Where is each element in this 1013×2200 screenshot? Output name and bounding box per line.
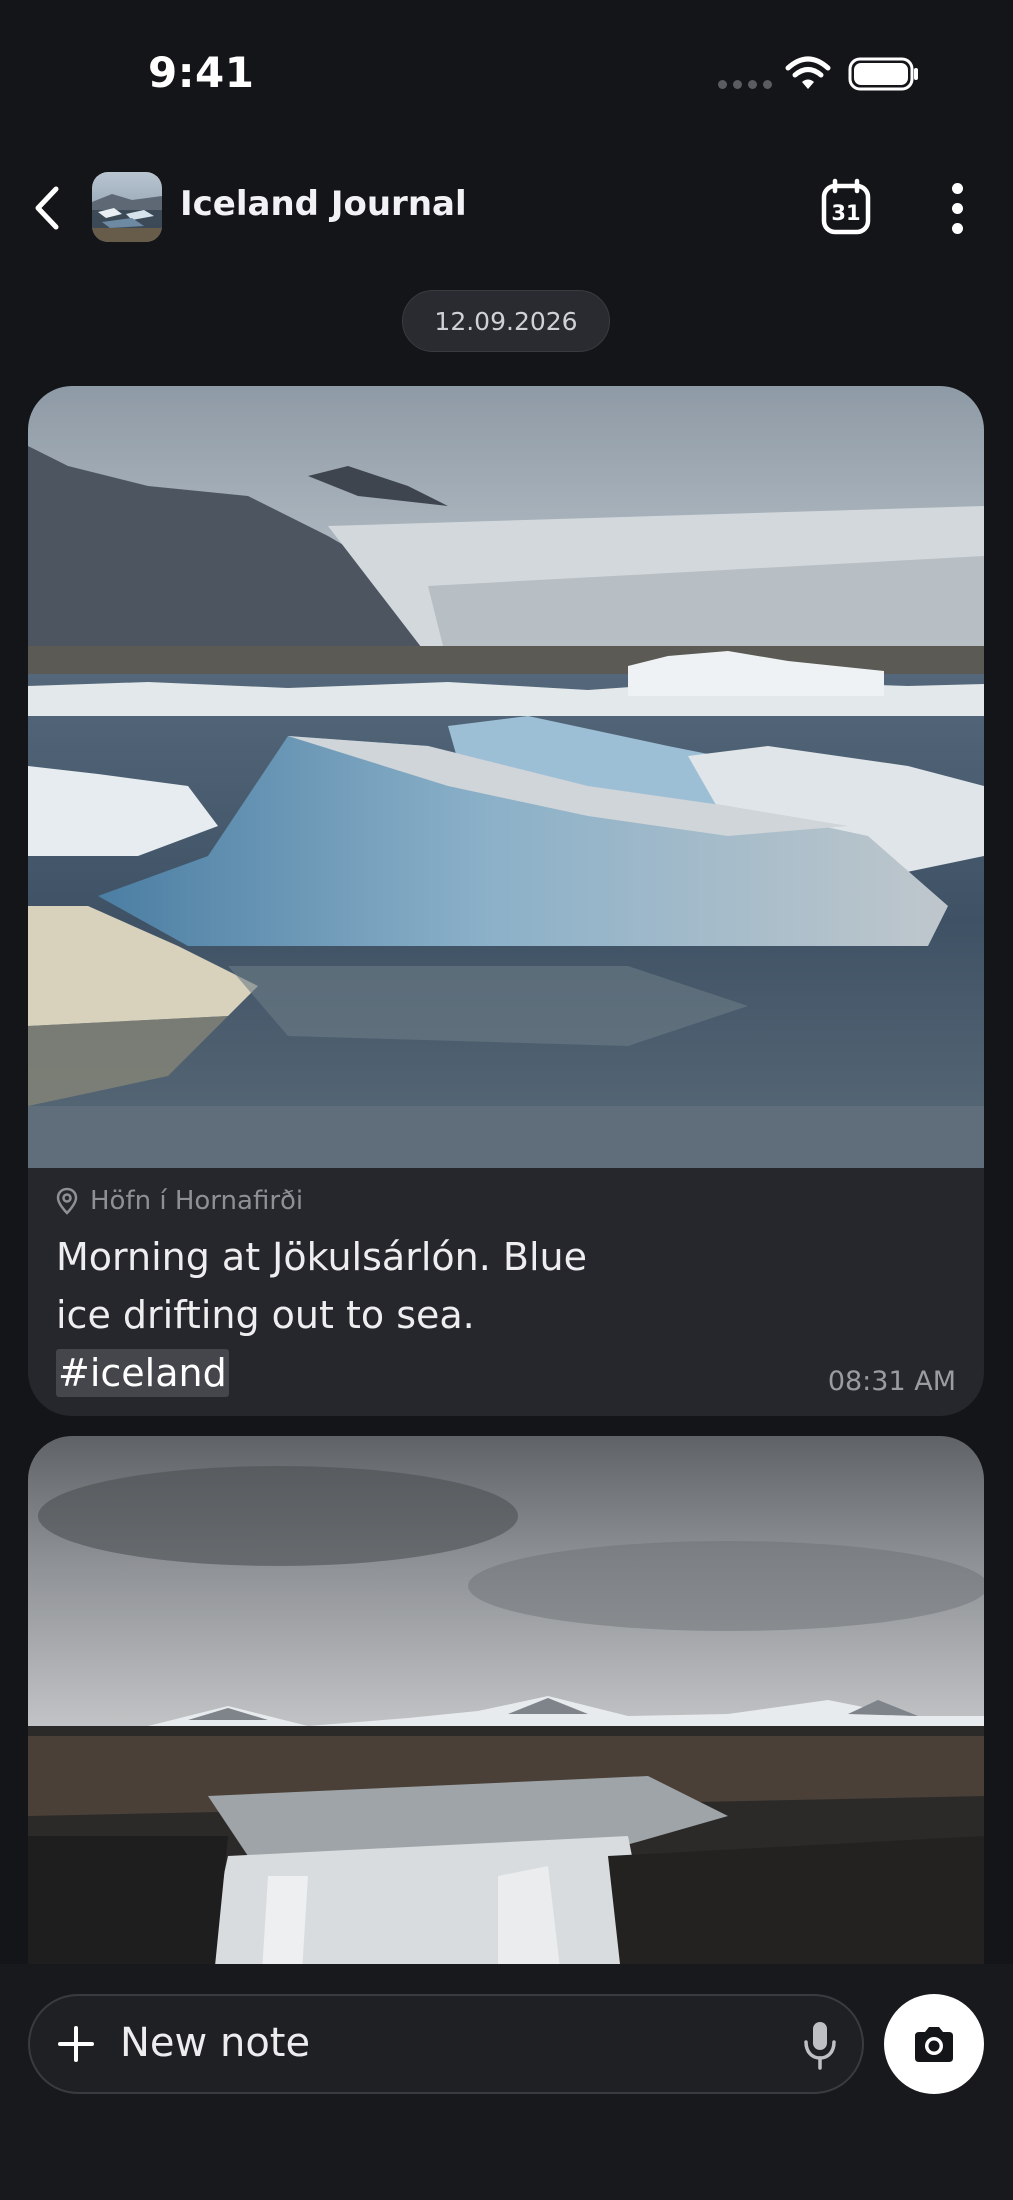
entry-photo-glacier-lagoon[interactable] (28, 386, 984, 1168)
journal-entry-card[interactable]: Höfn í Hornafirði Morning at Jökulsárlón… (28, 386, 984, 1416)
location-label: Höfn í Hornafirði (90, 1186, 304, 1216)
new-note-placeholder[interactable]: New note (120, 2020, 310, 2066)
battery-icon (848, 57, 918, 91)
date-separator-chip: 12.09.2026 (402, 290, 610, 352)
entry-location[interactable]: Höfn í Hornafirði (56, 1186, 303, 1216)
plus-icon (58, 2026, 94, 2062)
camera-button[interactable] (884, 1994, 984, 2094)
chat-title[interactable]: Iceland Journal (180, 184, 467, 224)
camera-icon (915, 2027, 953, 2062)
entry-timestamp: 08:31 AM (827, 1366, 956, 1397)
avatar[interactable] (92, 172, 162, 242)
entry-caption: Morning at Jökulsárlón. Blue ice driftin… (56, 1228, 596, 1402)
add-attachment-button[interactable] (52, 2020, 100, 2068)
microphone-icon (804, 2022, 836, 2070)
more-options-button[interactable] (942, 180, 972, 236)
voice-note-button[interactable] (800, 2018, 840, 2072)
journal-entry-card-2[interactable] (28, 1436, 984, 2036)
entry-photo-waterfall[interactable] (28, 1436, 984, 2036)
journal-chat-screen: 9:41 Iceland Journal 31 12.09.2026 Höfn … (0, 0, 1013, 2200)
location-pin-icon (56, 1187, 78, 1215)
caption-text: Morning at Jökulsárlón. Blue ice driftin… (56, 1235, 587, 1337)
svg-text:31: 31 (831, 201, 860, 225)
hashtag-link[interactable]: #iceland (56, 1349, 229, 1397)
calendar-button[interactable]: 31 (820, 178, 872, 236)
wifi-icon (785, 56, 831, 89)
cellular-signal-icon (718, 80, 772, 89)
more-vertical-icon (951, 182, 963, 194)
status-time: 9:41 (148, 48, 255, 97)
back-button[interactable] (26, 180, 66, 236)
avatar-image (92, 172, 162, 242)
back-chevron-icon (35, 186, 59, 230)
calendar-icon: 31 (821, 178, 871, 235)
